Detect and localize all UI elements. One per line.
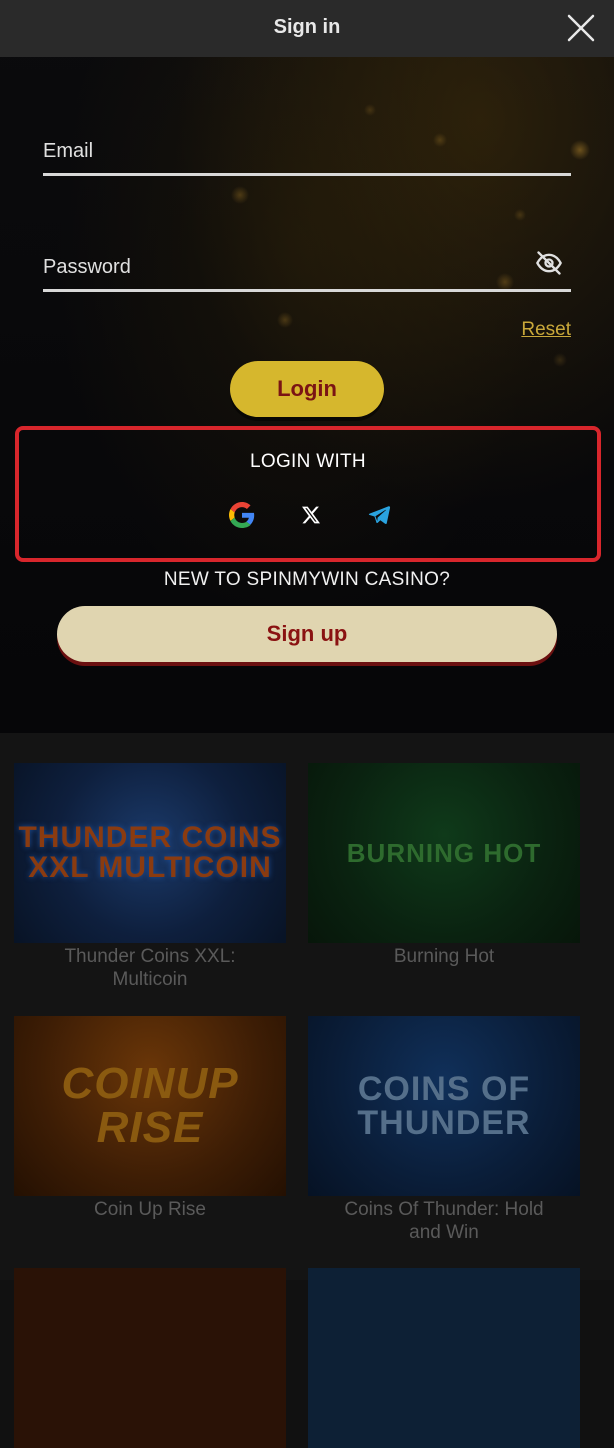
password-field-wrapper: [43, 249, 571, 292]
game-title: Coins Of Thunder: Hold and Win: [344, 1199, 544, 1243]
game-thumbnail[interactable]: [308, 1268, 580, 1448]
login-with-label: LOGIN WITH: [250, 451, 366, 472]
x-icon[interactable]: [298, 502, 324, 528]
games-grid: THUNDER COINS XXL MULTICOIN Thunder Coin…: [0, 733, 614, 1448]
game-tile[interactable]: COINS OF THUNDER Coins Of Thunder: Hold …: [308, 1016, 580, 1244]
game-art-text: BURNING HOT: [346, 838, 542, 868]
google-icon[interactable]: [229, 502, 255, 528]
telegram-icon[interactable]: [366, 502, 392, 528]
modal-title: Sign in: [273, 16, 341, 38]
game-tile[interactable]: [308, 1268, 580, 1448]
game-thumbnail[interactable]: THUNDER COINS XXL MULTICOIN: [14, 763, 286, 943]
email-field[interactable]: [43, 133, 523, 169]
game-art-text: COINUP RISE: [61, 1059, 239, 1152]
game-thumbnail[interactable]: COINUP RISE: [14, 1016, 286, 1196]
game-tile[interactable]: COINUP RISE Coin Up Rise: [14, 1016, 286, 1221]
new-user-prompt: NEW TO SPINMYWIN CASINO?: [163, 569, 451, 590]
game-title: Burning Hot: [393, 946, 495, 967]
game-tile[interactable]: THUNDER COINS XXL MULTICOIN Thunder Coin…: [14, 763, 286, 991]
game-thumbnail[interactable]: BURNING HOT: [308, 763, 580, 943]
modal-header: Sign in: [0, 0, 614, 57]
game-tile[interactable]: [14, 1268, 286, 1448]
eye-off-icon[interactable]: [535, 249, 563, 277]
close-icon[interactable]: [563, 10, 599, 46]
social-login-section: LOGIN WITH: [15, 426, 601, 562]
password-field[interactable]: [43, 249, 523, 285]
login-button[interactable]: Login: [230, 361, 384, 417]
game-title: Coin Up Rise: [94, 1199, 206, 1220]
sign-in-modal: Sign in Reset Login LOGIN WITH: [0, 0, 614, 733]
game-art-text: THUNDER COINS XXL MULTICOIN: [18, 821, 282, 884]
game-thumbnail[interactable]: [14, 1268, 286, 1448]
sign-up-button[interactable]: Sign up: [57, 606, 557, 662]
game-title: Thunder Coins XXL: Multicoin: [64, 946, 236, 990]
email-field-wrapper: [43, 133, 571, 176]
game-art-text: COINS OF THUNDER: [357, 1070, 531, 1142]
reset-password-link[interactable]: Reset: [521, 319, 571, 341]
game-tile[interactable]: BURNING HOT Burning Hot: [308, 763, 580, 968]
game-thumbnail[interactable]: COINS OF THUNDER: [308, 1016, 580, 1196]
